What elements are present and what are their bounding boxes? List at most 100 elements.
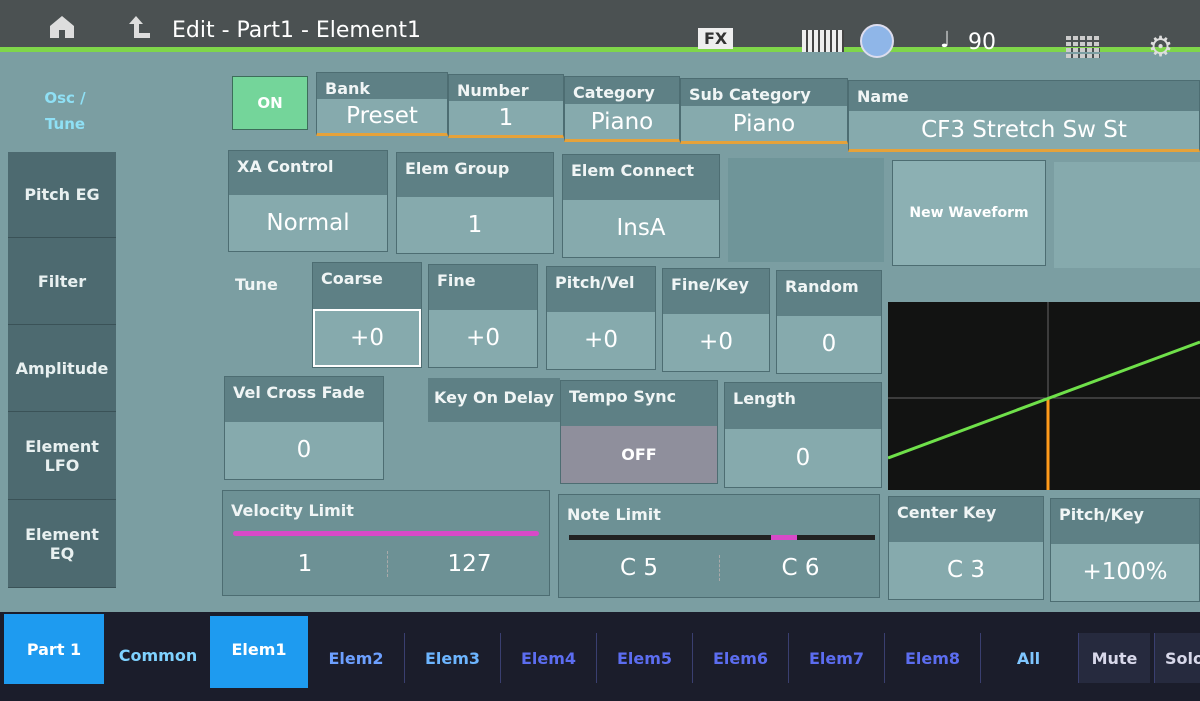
sidebar-item-amplitude[interactable]: Amplitude	[8, 325, 116, 412]
grid-icon[interactable]	[1066, 34, 1100, 58]
coarse-label: Coarse	[313, 263, 421, 309]
tab-elem8[interactable]: Elem8	[884, 633, 980, 683]
tempo-value[interactable]: 90	[968, 30, 996, 55]
mute-button[interactable]: Mute	[1078, 633, 1150, 683]
category-label: Category	[565, 77, 679, 105]
new-waveform-button[interactable]: New Waveform	[892, 160, 1046, 266]
tempo-icon: ♩	[940, 28, 951, 53]
tune-label: Tune	[235, 275, 278, 294]
tab-elem1[interactable]: Elem1	[210, 616, 308, 688]
fine-key-label: Fine/Key	[663, 269, 769, 314]
tab-common[interactable]: Common	[110, 646, 206, 665]
pitch-key-value: +100%	[1082, 559, 1168, 586]
keyboard-icon[interactable]	[802, 30, 844, 52]
length-label: Length	[725, 383, 881, 429]
elem-group-label: Elem Group	[397, 153, 553, 197]
xa-control-dropdown[interactable]: XA Control Normal	[228, 150, 388, 252]
note-limit-panel[interactable]: Note Limit C 5 C 6	[558, 494, 880, 598]
number-label: Number	[449, 75, 563, 102]
sidebar-item-osc-tune[interactable]: Osc / Tune	[30, 85, 100, 137]
tab-all[interactable]: All	[980, 633, 1076, 683]
fine-key-field[interactable]: Fine/Key +0	[662, 268, 770, 372]
note-range-bar[interactable]	[771, 535, 797, 540]
sidebar-item-pitch-eg[interactable]: Pitch EG	[8, 152, 116, 238]
tab-elem7[interactable]: Elem7	[788, 633, 884, 683]
note-range-track	[569, 535, 875, 540]
center-key-label: Center Key	[889, 497, 1043, 542]
elem-connect-value: InsA	[616, 215, 666, 242]
bank-field[interactable]: Bank Preset	[316, 72, 448, 136]
category-value: Piano	[590, 108, 654, 135]
pitch-vel-label: Pitch/Vel	[547, 267, 655, 312]
pitch-key-field[interactable]: Pitch/Key +100%	[1050, 498, 1200, 602]
velocity-high-value[interactable]: 127	[387, 551, 551, 577]
tempo-sync-value: OFF	[561, 425, 717, 483]
elem-group-dropdown[interactable]: Elem Group 1	[396, 152, 554, 254]
length-value: 0	[795, 444, 811, 471]
tab-elem4[interactable]: Elem4	[500, 633, 596, 683]
tab-elem6[interactable]: Elem6	[692, 633, 788, 683]
name-label: Name	[849, 81, 1199, 111]
coarse-value: +0	[313, 308, 421, 367]
name-value: CF3 Stretch Sw St	[921, 116, 1127, 143]
pitch-vel-field[interactable]: Pitch/Vel +0	[546, 266, 656, 370]
note-low-value[interactable]: C 5	[559, 555, 719, 581]
fine-key-value: +0	[699, 329, 733, 356]
sidebar-item-element-eq[interactable]: Element EQ	[8, 500, 116, 588]
pitch-key-graph	[887, 302, 1200, 490]
back-icon[interactable]	[128, 14, 152, 40]
elem-connect-label: Elem Connect	[563, 155, 719, 200]
name-field[interactable]: Name CF3 Stretch Sw St	[848, 80, 1200, 152]
sidebar-item-filter[interactable]: Filter	[8, 238, 116, 325]
tab-elem2[interactable]: Elem2	[308, 633, 404, 683]
bank-label: Bank	[317, 73, 447, 100]
vel-cross-fade-value: 0	[296, 437, 312, 464]
pitch-vel-value: +0	[584, 327, 618, 354]
number-field[interactable]: Number 1	[448, 74, 564, 138]
element-on-switch[interactable]: ON	[232, 76, 308, 130]
velocity-low-value[interactable]: 1	[223, 551, 387, 577]
page-title: Edit - Part1 - Element1	[172, 18, 421, 43]
sidebar-item-element-lfo[interactable]: Element LFO	[8, 412, 116, 500]
home-icon[interactable]	[48, 14, 76, 38]
sub-category-field[interactable]: Sub Category Piano	[680, 78, 848, 144]
velocity-limit-label: Velocity Limit	[231, 501, 354, 520]
elem-group-value: 1	[467, 212, 483, 238]
tempo-sync-toggle[interactable]: Tempo Sync OFF	[560, 380, 718, 484]
title-bar: Edit - Part1 - Element1 FX ♩ 90 ⚙	[0, 0, 1200, 63]
fine-label: Fine	[429, 265, 537, 310]
key-on-delay-label: Key On Delay	[428, 378, 560, 422]
random-value: 0	[821, 331, 837, 358]
note-high-value[interactable]: C 6	[719, 555, 881, 581]
tab-elem3[interactable]: Elem3	[404, 633, 500, 683]
length-field[interactable]: Length 0	[724, 382, 882, 488]
settings-gear-icon[interactable]: ⚙	[1148, 30, 1173, 63]
fine-value: +0	[466, 325, 500, 352]
fine-field[interactable]: Fine +0	[428, 264, 538, 368]
solo-button[interactable]: Solo	[1154, 633, 1200, 683]
motion-control-icon[interactable]	[860, 24, 894, 58]
tempo-sync-label: Tempo Sync	[561, 381, 717, 426]
category-field[interactable]: Category Piano	[564, 76, 680, 142]
random-field[interactable]: Random 0	[776, 270, 882, 374]
tab-elem5[interactable]: Elem5	[596, 633, 692, 683]
random-label: Random	[777, 271, 881, 316]
sub-category-value: Piano	[732, 110, 796, 137]
vel-cross-fade-field[interactable]: Vel Cross Fade 0	[224, 376, 384, 480]
elem-connect-dropdown[interactable]: Elem Connect InsA	[562, 154, 720, 258]
bank-value: Preset	[346, 103, 418, 130]
center-key-value: C 3	[946, 557, 985, 584]
xa-control-value: Normal	[266, 210, 350, 236]
fx-button[interactable]: FX	[698, 28, 734, 49]
velocity-limit-panel[interactable]: Velocity Limit 1 127	[222, 490, 550, 596]
pitch-key-label: Pitch/Key	[1051, 499, 1199, 544]
coarse-field[interactable]: Coarse +0	[312, 262, 422, 368]
empty-panel	[728, 158, 884, 262]
vel-cross-fade-label: Vel Cross Fade	[225, 377, 383, 422]
center-key-field[interactable]: Center Key C 3	[888, 496, 1044, 600]
number-value: 1	[498, 105, 514, 132]
part-selector[interactable]: Part 1	[4, 614, 104, 684]
xa-control-label: XA Control	[229, 151, 387, 195]
velocity-range-bar[interactable]	[233, 531, 539, 536]
note-limit-label: Note Limit	[567, 505, 661, 524]
